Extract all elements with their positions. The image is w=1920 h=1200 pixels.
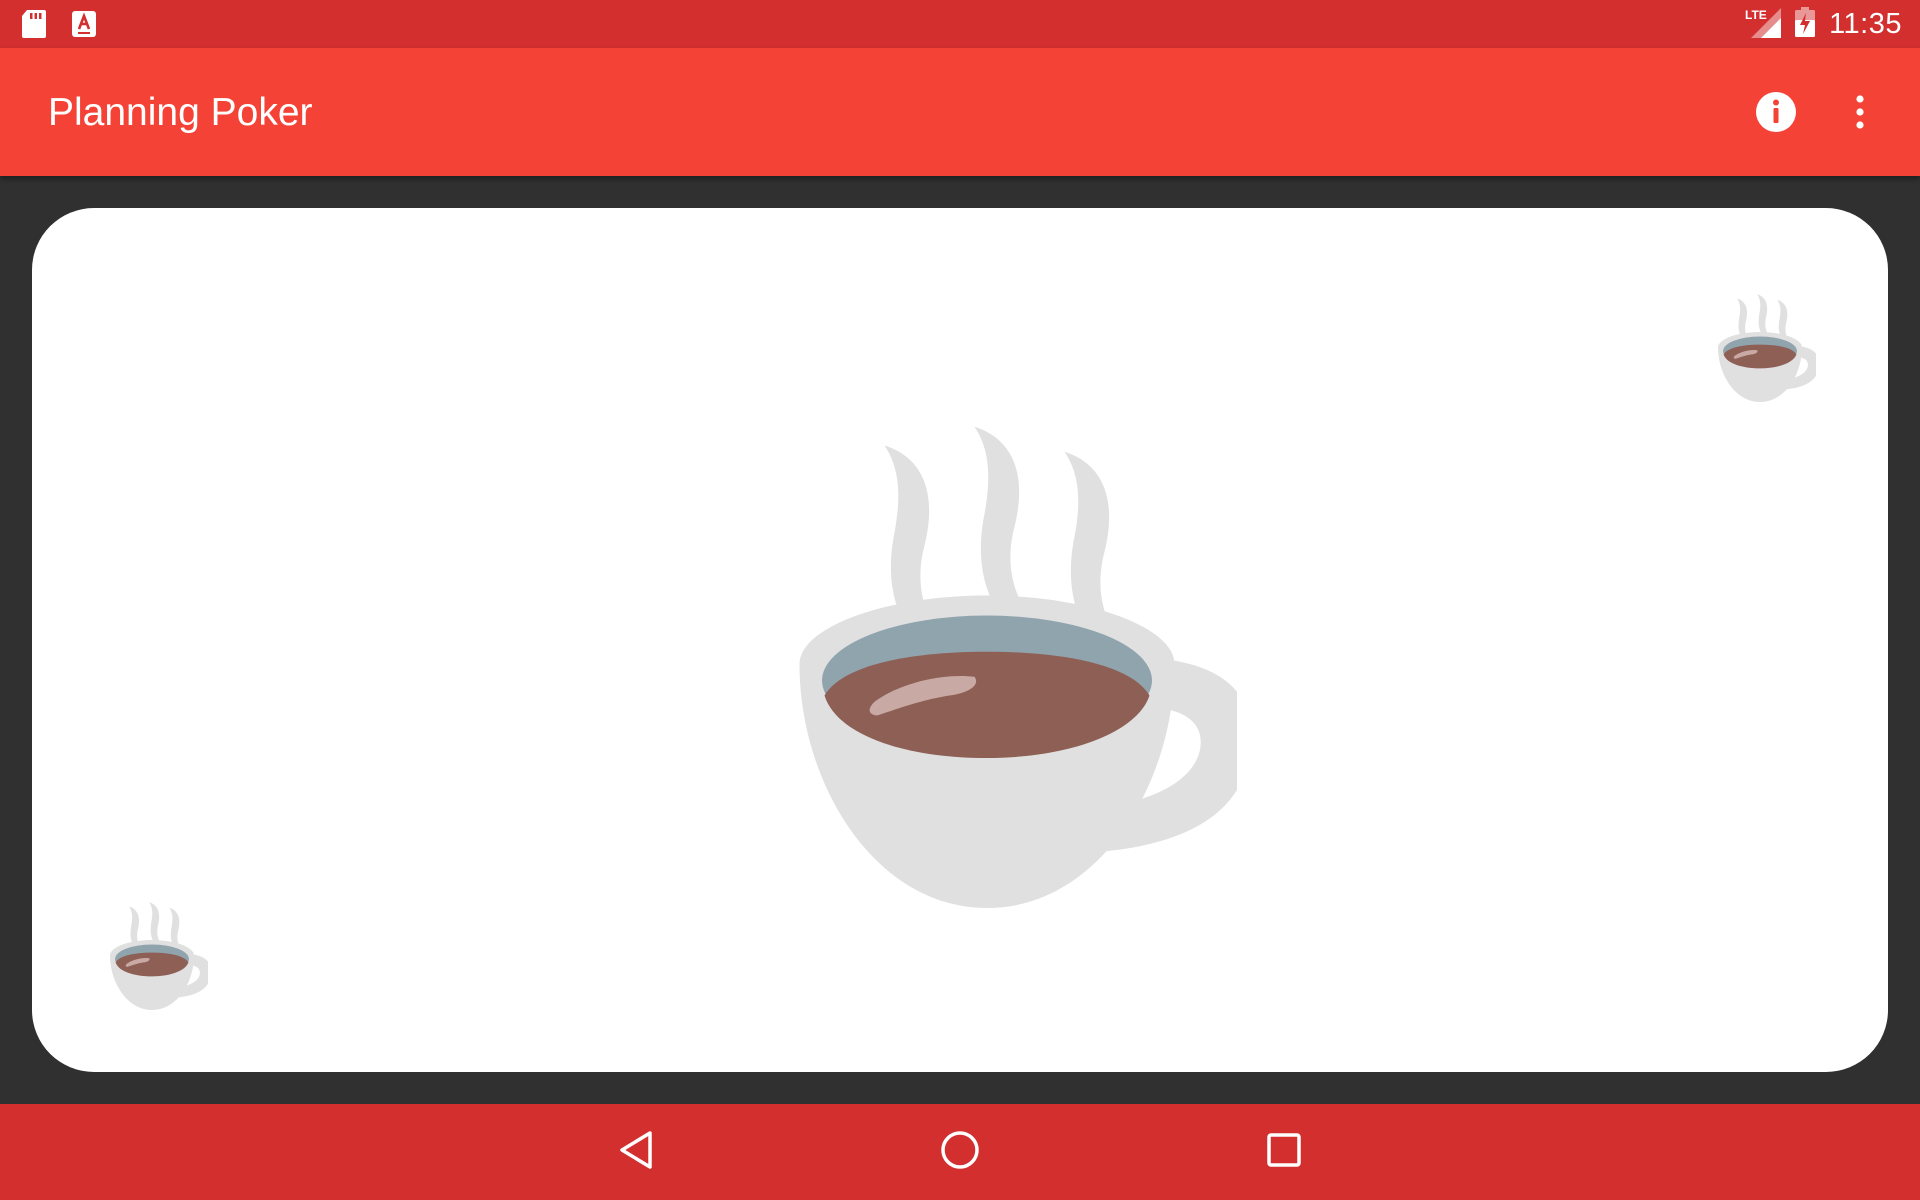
info-button[interactable] <box>1740 90 1812 138</box>
back-button[interactable] <box>608 1124 664 1180</box>
app-bar: Planning Poker <box>0 48 1920 176</box>
battery-charging-icon <box>1795 6 1816 42</box>
recents-button[interactable] <box>1256 1124 1312 1180</box>
status-bar-notifications <box>22 10 96 43</box>
text-notification-icon <box>72 11 96 42</box>
overflow-menu-button[interactable] <box>1836 88 1884 140</box>
navigation-bar <box>0 1104 1920 1200</box>
status-time: 11:35 <box>1829 7 1902 40</box>
back-icon <box>616 1129 656 1176</box>
coffee-cup-icon <box>96 894 208 1014</box>
home-icon <box>939 1129 981 1176</box>
poker-card[interactable] <box>32 208 1888 1072</box>
info-icon <box>1755 91 1797 138</box>
coffee-cup-icon <box>722 408 1252 908</box>
home-button[interactable] <box>932 1124 988 1180</box>
coffee-cup-icon <box>1704 286 1816 406</box>
network-label: LTE <box>1745 8 1767 22</box>
app-title: Planning Poker <box>48 91 313 134</box>
overflow-menu-icon <box>1855 94 1865 134</box>
lte-signal-icon: LTE <box>1745 6 1782 43</box>
recents-icon <box>1266 1132 1302 1173</box>
status-bar: LTE 11:35 <box>0 0 1920 48</box>
status-bar-system: LTE 11:35 <box>1745 0 1902 48</box>
sd-card-icon <box>22 10 46 43</box>
